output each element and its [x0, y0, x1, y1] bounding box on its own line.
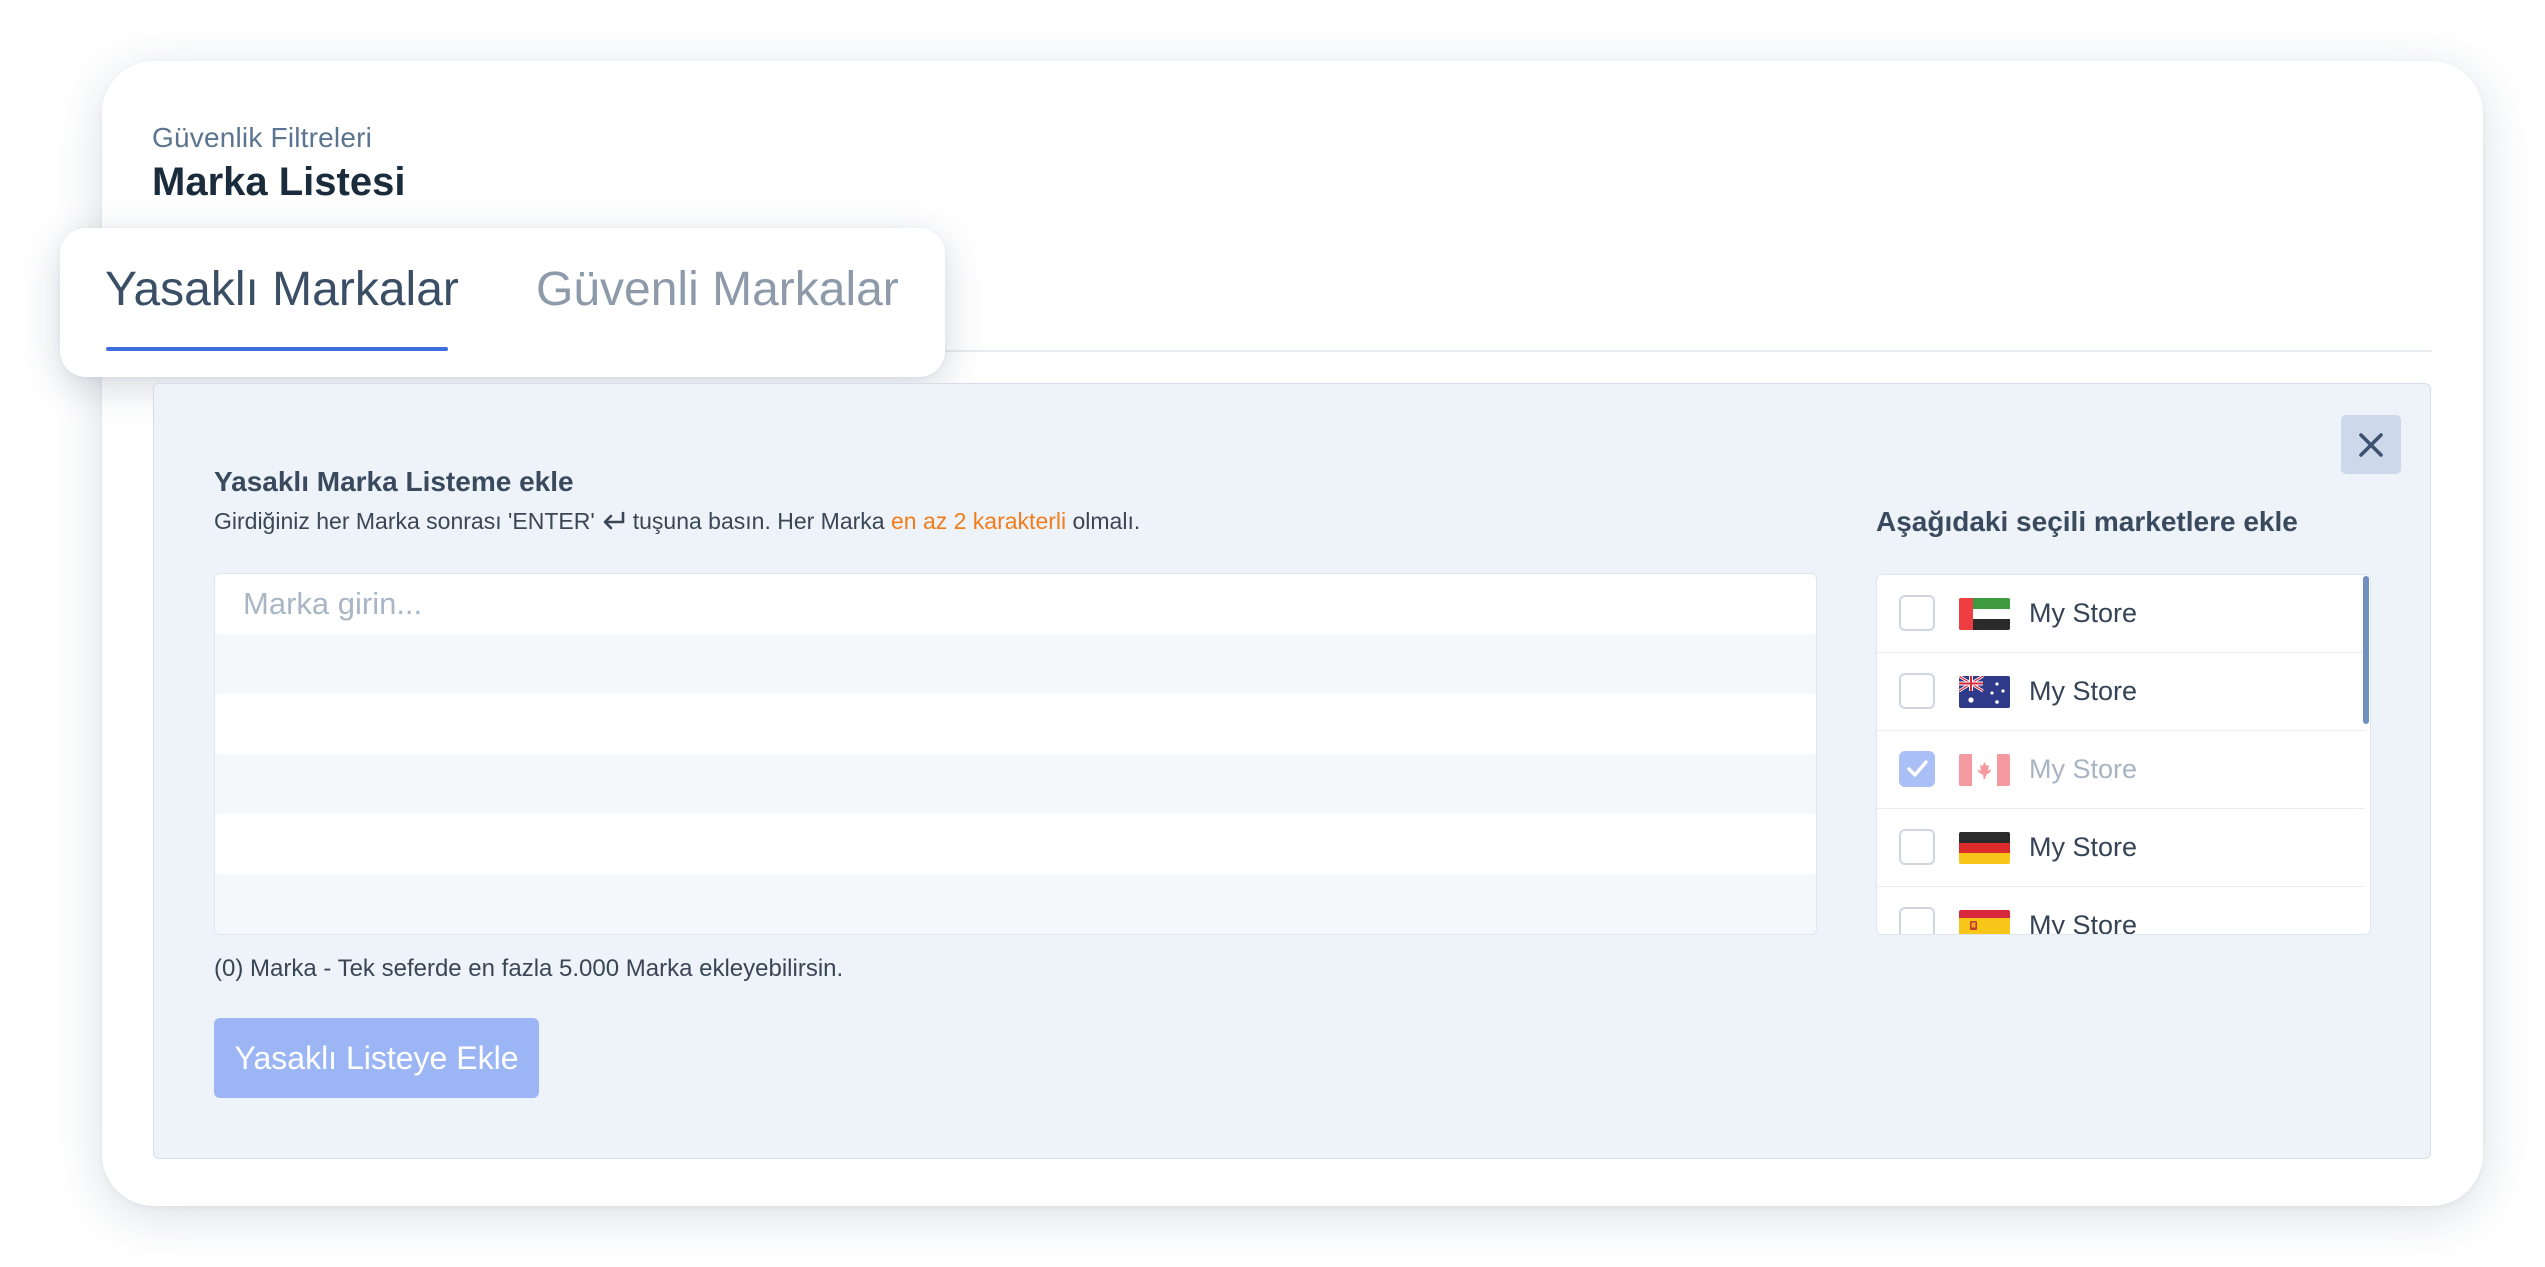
instruction-text-end: olmalı.: [1072, 508, 1141, 534]
store-checkbox[interactable]: [1899, 829, 1935, 865]
store-name: My Store: [2029, 832, 2138, 862]
germany-flag-icon: [1959, 832, 2010, 864]
store-checkbox[interactable]: [1899, 595, 1935, 631]
instruction-text-start: Girdiğiniz her Marka sonrası 'ENTER': [214, 508, 595, 534]
store-checkbox[interactable]: [1899, 751, 1935, 787]
brand-counter: (0) Marka - Tek seferde en fazla 5.000 M…: [214, 955, 844, 982]
tab-banned-brands[interactable]: Yasaklı Markalar: [105, 260, 459, 320]
store-list-scrollbar[interactable]: [2363, 576, 2369, 724]
check-icon: [1907, 760, 1928, 777]
store-item[interactable]: My Store: [1877, 653, 2365, 731]
store-item[interactable]: My Store: [1877, 575, 2365, 653]
store-name: My Store: [2029, 676, 2138, 706]
entry-row: [215, 814, 1816, 874]
tab-safe-brands[interactable]: Güvenli Markalar: [536, 260, 899, 320]
store-item[interactable]: My Store: [1877, 809, 2365, 887]
store-name: My Store: [2029, 910, 2138, 935]
entry-row: [215, 754, 1816, 814]
close-button[interactable]: [2341, 415, 2401, 474]
add-to-banned-list-button[interactable]: Yasaklı Listeye Ekle: [214, 1018, 539, 1098]
australia-flag-icon: [1959, 676, 2010, 708]
brand-input[interactable]: [243, 584, 1743, 624]
store-item[interactable]: My Store: [1877, 887, 2365, 935]
form-title: Yasaklı Marka Listeme ekle: [214, 466, 574, 497]
enter-key-icon: [603, 511, 625, 529]
canada-flag-icon: [1959, 754, 2010, 786]
brand-entry-area[interactable]: [214, 573, 1817, 935]
entry-row: [215, 694, 1816, 754]
active-tab-indicator: [106, 347, 448, 351]
entry-row: [215, 634, 1816, 694]
store-checkbox[interactable]: [1899, 673, 1935, 709]
stores-title: Aşağıdaki seçili marketlere ekle: [1876, 506, 2298, 537]
instruction-min-length: en az 2 karakterli: [890, 508, 1067, 534]
store-name: My Store: [2029, 754, 2138, 784]
entry-row: [215, 874, 1816, 934]
store-item[interactable]: My Store: [1877, 731, 2365, 809]
spain-flag-icon: [1959, 910, 2010, 934]
instruction-text-middle: tuşuna basın. Her Marka: [632, 508, 885, 534]
store-list[interactable]: My Store My Store My Store My Store My S…: [1876, 574, 2371, 935]
breadcrumb[interactable]: Güvenlik Filtreleri: [152, 122, 372, 154]
store-checkbox[interactable]: [1899, 907, 1935, 934]
uae-flag-icon: [1959, 598, 2010, 630]
form-instructions: Girdiğiniz her Marka sonrası 'ENTER' tuş…: [214, 508, 1140, 535]
store-name: My Store: [2029, 598, 2138, 628]
close-icon: [2359, 432, 2383, 457]
page-title: Marka Listesi: [152, 160, 406, 204]
